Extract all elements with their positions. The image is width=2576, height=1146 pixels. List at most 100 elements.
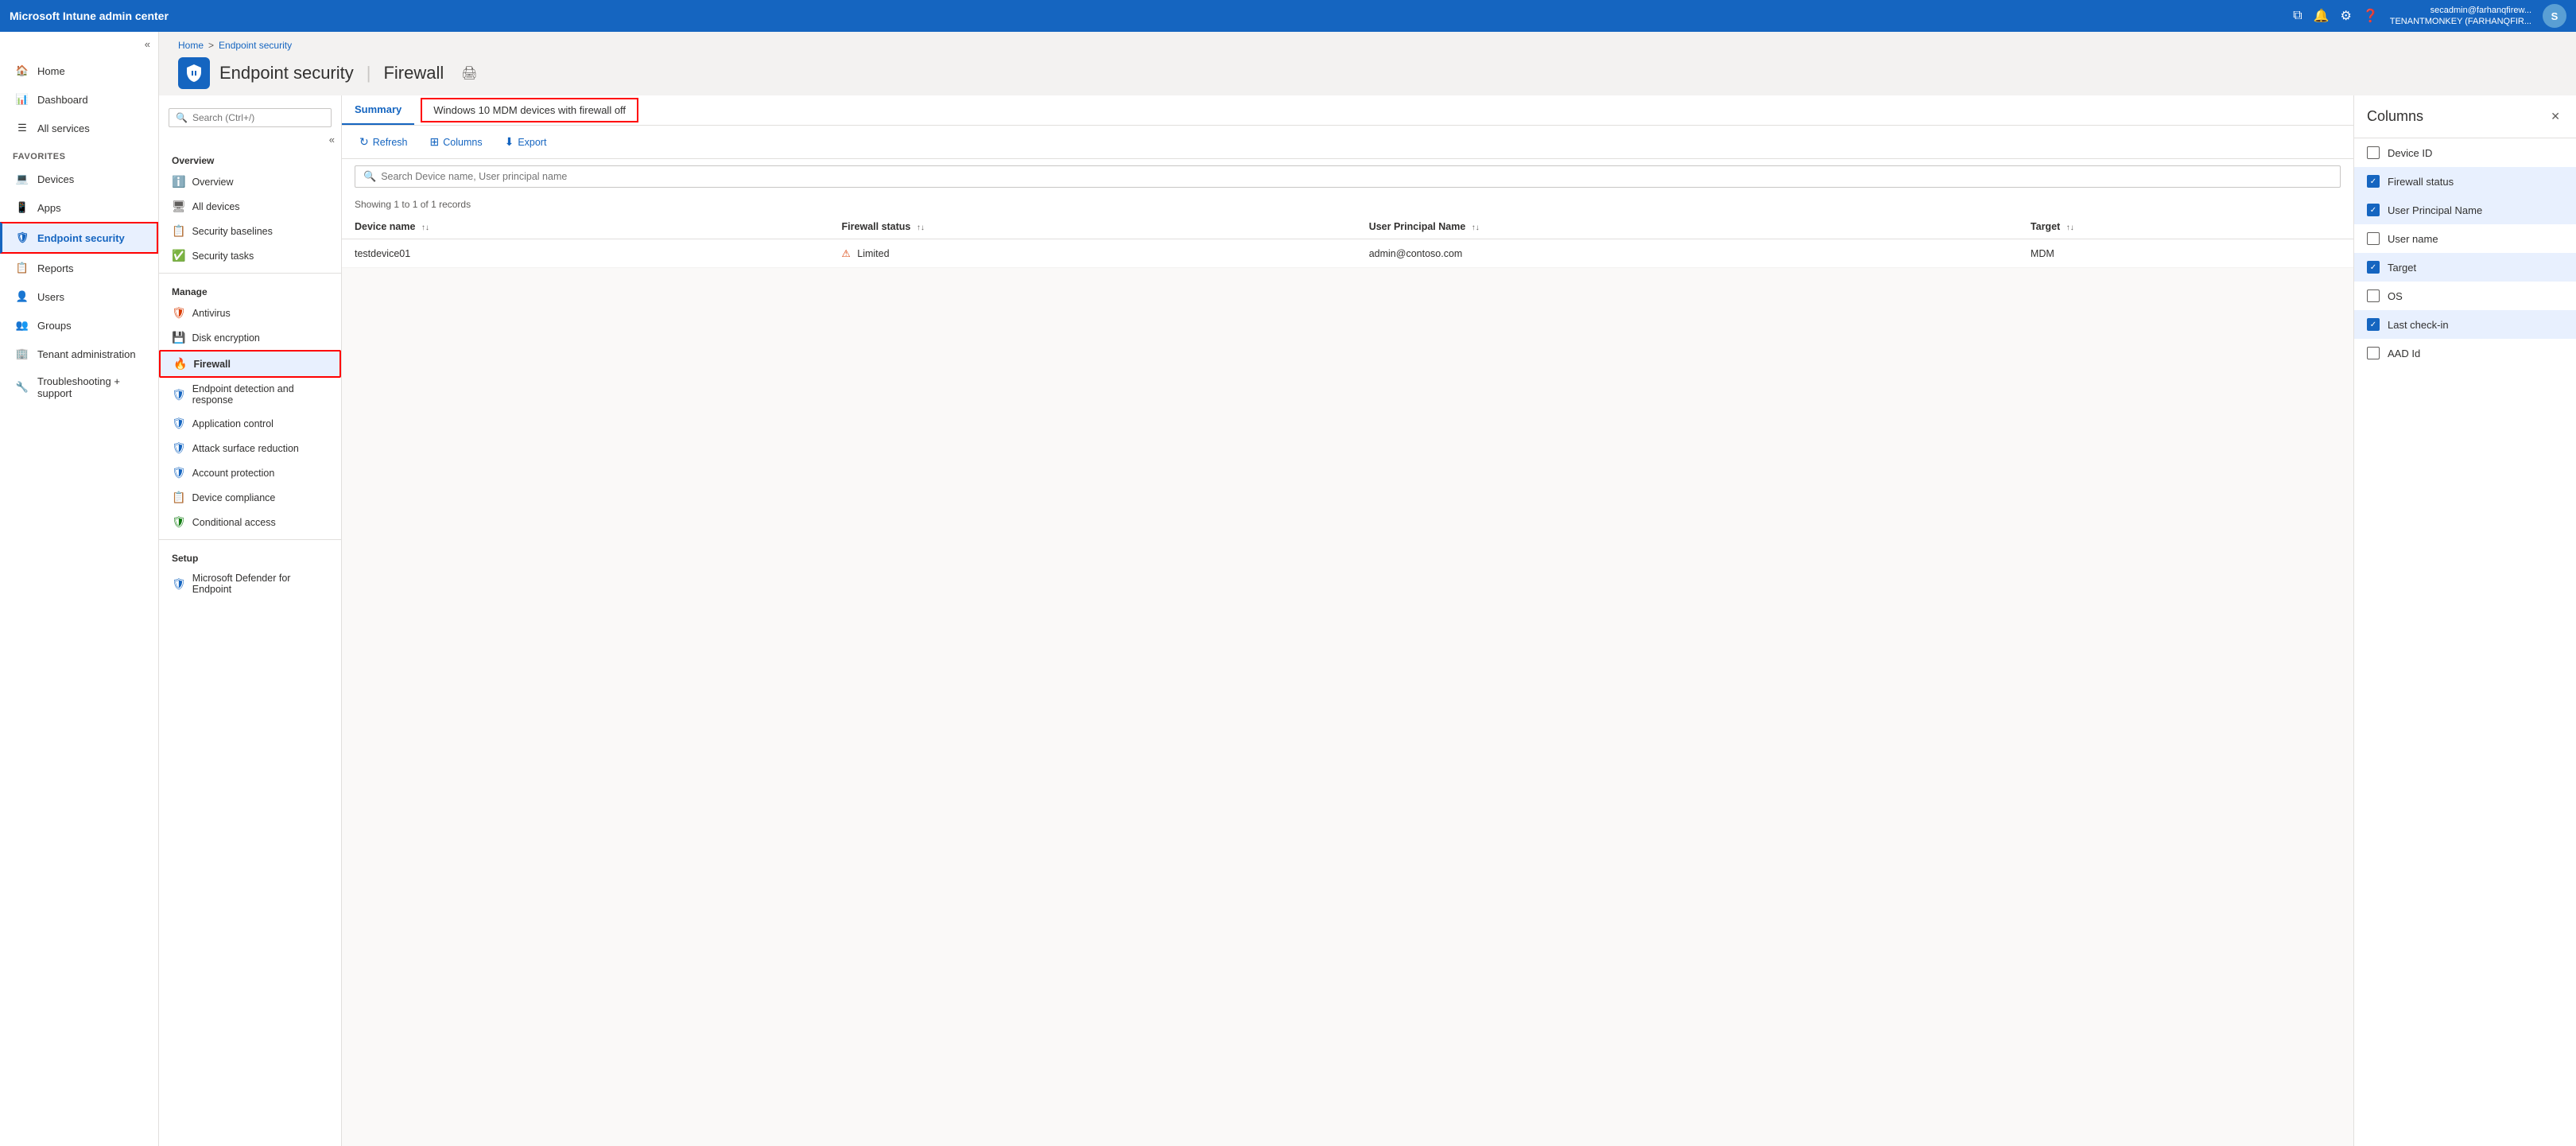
share-icon[interactable]: ⧉: [2293, 9, 2302, 23]
summary-section: Summary Windows 10 MDM devices with fire…: [342, 95, 2353, 126]
columns-item-firewall-status[interactable]: Firewall status: [2354, 167, 2576, 196]
checkbox-aad-id[interactable]: [2367, 347, 2380, 359]
sidebar-item-dashboard[interactable]: 📊 Dashboard: [0, 85, 158, 114]
page-subtitle: Firewall: [383, 63, 444, 84]
sidebar-item-reports[interactable]: 📋 Reports: [0, 254, 158, 282]
sidebar-item-home[interactable]: 🏠 Home: [0, 56, 158, 85]
sort-device-name-icon: ↑↓: [421, 223, 429, 232]
sidebar-item-apps[interactable]: 📱 Apps: [0, 193, 158, 222]
table-row[interactable]: testdevice01 ⚠ Limited admin@contoso.com…: [342, 239, 2353, 268]
toolbar: ↻ Refresh ⊞ Columns ⬇ Export: [342, 126, 2353, 159]
search-bar: 🔍: [355, 165, 2341, 188]
print-icon[interactable]: 🖨: [461, 65, 477, 81]
checkbox-os[interactable]: [2367, 289, 2380, 302]
left-panel-item-account-protection[interactable]: 🛡 Account protection: [159, 460, 341, 485]
topbar: Microsoft Intune admin center ⧉ 🔔 ⚙ ❓ se…: [0, 0, 2576, 32]
bell-icon[interactable]: 🔔: [2314, 8, 2330, 24]
cell-upn: admin@contoso.com: [1356, 239, 2018, 268]
columns-item-device-id[interactable]: Device ID: [2354, 138, 2576, 167]
sidebar-item-endpoint-security[interactable]: 🛡 Endpoint security: [0, 222, 158, 254]
highlighted-tab[interactable]: Windows 10 MDM devices with firewall off: [421, 98, 638, 122]
left-panel-item-disk-encryption[interactable]: 💾 Disk encryption: [159, 325, 341, 350]
col-header-device-name[interactable]: Device name ↑↓: [342, 215, 829, 239]
app-title: Microsoft Intune admin center: [10, 10, 2285, 22]
dashboard-icon: 📊: [15, 92, 29, 107]
sidebar-item-troubleshooting[interactable]: 🔧 Troubleshooting + support: [0, 368, 158, 406]
export-button[interactable]: ⬇ Export: [500, 132, 552, 152]
sidebar-collapse-button[interactable]: «: [0, 32, 158, 56]
setup-section-label: Setup: [159, 545, 341, 567]
page-header-icon: [178, 57, 210, 89]
col-header-firewall-status[interactable]: Firewall status ↑↓: [829, 215, 1356, 239]
columns-item-target[interactable]: Target: [2354, 253, 2576, 282]
left-panel-collapse-icon[interactable]: «: [329, 134, 335, 146]
left-panel-item-device-compliance[interactable]: 📋 Device compliance: [159, 485, 341, 510]
columns-label-aad-id: AAD Id: [2388, 348, 2420, 359]
left-panel-search-input[interactable]: [192, 112, 324, 123]
sidebar-item-users[interactable]: 👤 Users: [0, 282, 158, 311]
breadcrumb-current: Endpoint security: [219, 40, 292, 51]
checkbox-last-check-in[interactable]: [2367, 318, 2380, 331]
favorites-label: FAVORITES: [0, 142, 158, 165]
export-icon: ⬇: [505, 135, 514, 149]
device-search-input[interactable]: [381, 171, 2332, 182]
sidebar-item-devices[interactable]: 💻 Devices: [0, 165, 158, 193]
topbar-icons: ⧉ 🔔 ⚙ ❓ secadmin@farhanqfirew... TENANTM…: [2293, 4, 2566, 28]
warning-icon: ⚠: [842, 248, 851, 259]
left-panel-item-attack-surface[interactable]: 🛡 Attack surface reduction: [159, 436, 341, 460]
all-devices-icon: 🖥: [172, 200, 186, 213]
columns-item-aad-id[interactable]: AAD Id: [2354, 339, 2576, 367]
col-header-user-principal-name[interactable]: User Principal Name ↑↓: [1356, 215, 2018, 239]
checkbox-user-principal-name[interactable]: [2367, 204, 2380, 216]
columns-panel-close-button[interactable]: ✕: [2547, 107, 2563, 126]
checkbox-firewall-status[interactable]: [2367, 175, 2380, 188]
all-services-icon: ☰: [15, 121, 29, 135]
columns-item-last-check-in[interactable]: Last check-in: [2354, 310, 2576, 339]
sidebar: « 🏠 Home 📊 Dashboard ☰ All services FAVO…: [0, 32, 159, 1146]
left-panel-item-ms-defender[interactable]: 🛡 Microsoft Defender for Endpoint: [159, 567, 341, 600]
user-info: secadmin@farhanqfirew... TENANTMONKEY (F…: [2390, 5, 2531, 28]
search-bar-icon: 🔍: [363, 170, 376, 183]
sidebar-item-all-services[interactable]: ☰ All services: [0, 114, 158, 142]
page-header-separator: |: [367, 63, 371, 84]
security-tasks-icon: ✅: [172, 249, 185, 262]
left-panel-item-antivirus[interactable]: 🛡 Antivirus: [159, 301, 341, 325]
checkbox-target[interactable]: [2367, 261, 2380, 274]
col-header-target[interactable]: Target ↑↓: [2018, 215, 2353, 239]
sidebar-item-groups[interactable]: 👥 Groups: [0, 311, 158, 340]
left-panel: 🔍 « Overview ℹ️ Overview 🖥 All devices: [159, 95, 342, 1146]
refresh-button[interactable]: ↻ Refresh: [355, 132, 413, 152]
left-panel-item-edr[interactable]: 🛡 Endpoint detection and response: [159, 378, 341, 411]
summary-tab[interactable]: Summary: [342, 95, 414, 125]
checkbox-device-id[interactable]: [2367, 146, 2380, 159]
breadcrumb-home[interactable]: Home: [178, 40, 204, 51]
left-panel-item-app-control[interactable]: 🛡 Application control: [159, 411, 341, 436]
columns-item-user-principal-name[interactable]: User Principal Name: [2354, 196, 2576, 224]
left-panel-item-firewall[interactable]: 🔥 Firewall: [159, 350, 341, 378]
overview-icon: ℹ️: [172, 175, 185, 188]
columns-item-user-name[interactable]: User name: [2354, 224, 2576, 253]
page-header: Endpoint security | Firewall 🖨: [159, 51, 2576, 95]
sidebar-item-tenant-admin[interactable]: 🏢 Tenant administration: [0, 340, 158, 368]
columns-item-os[interactable]: OS: [2354, 282, 2576, 310]
search-icon: 🔍: [176, 112, 188, 123]
manage-section-label: Manage: [159, 278, 341, 301]
avatar[interactable]: S: [2543, 4, 2566, 28]
checkbox-user-name[interactable]: [2367, 232, 2380, 245]
columns-list: Device ID Firewall status User Principal…: [2354, 138, 2576, 367]
columns-button[interactable]: ⊞ Columns: [425, 132, 487, 152]
firewall-icon: 🔥: [173, 357, 187, 371]
antivirus-icon: 🛡: [172, 306, 186, 320]
disk-encryption-icon: 💾: [172, 331, 185, 344]
left-panel-search-container[interactable]: 🔍: [169, 108, 332, 127]
left-panel-item-security-baselines[interactable]: 📋 Security baselines: [159, 219, 341, 243]
left-panel-item-all-devices[interactable]: 🖥 All devices: [159, 194, 341, 219]
account-protection-icon: 🛡: [172, 466, 186, 480]
settings-icon[interactable]: ⚙: [2340, 8, 2351, 24]
left-panel-item-security-tasks[interactable]: ✅ Security tasks: [159, 243, 341, 268]
left-panel-item-overview[interactable]: ℹ️ Overview: [159, 169, 341, 194]
left-panel-item-conditional-access[interactable]: 🛡 Conditional access: [159, 510, 341, 534]
cell-target: MDM: [2018, 239, 2353, 268]
help-icon[interactable]: ❓: [2363, 8, 2379, 24]
sort-target-icon: ↑↓: [2066, 223, 2074, 232]
